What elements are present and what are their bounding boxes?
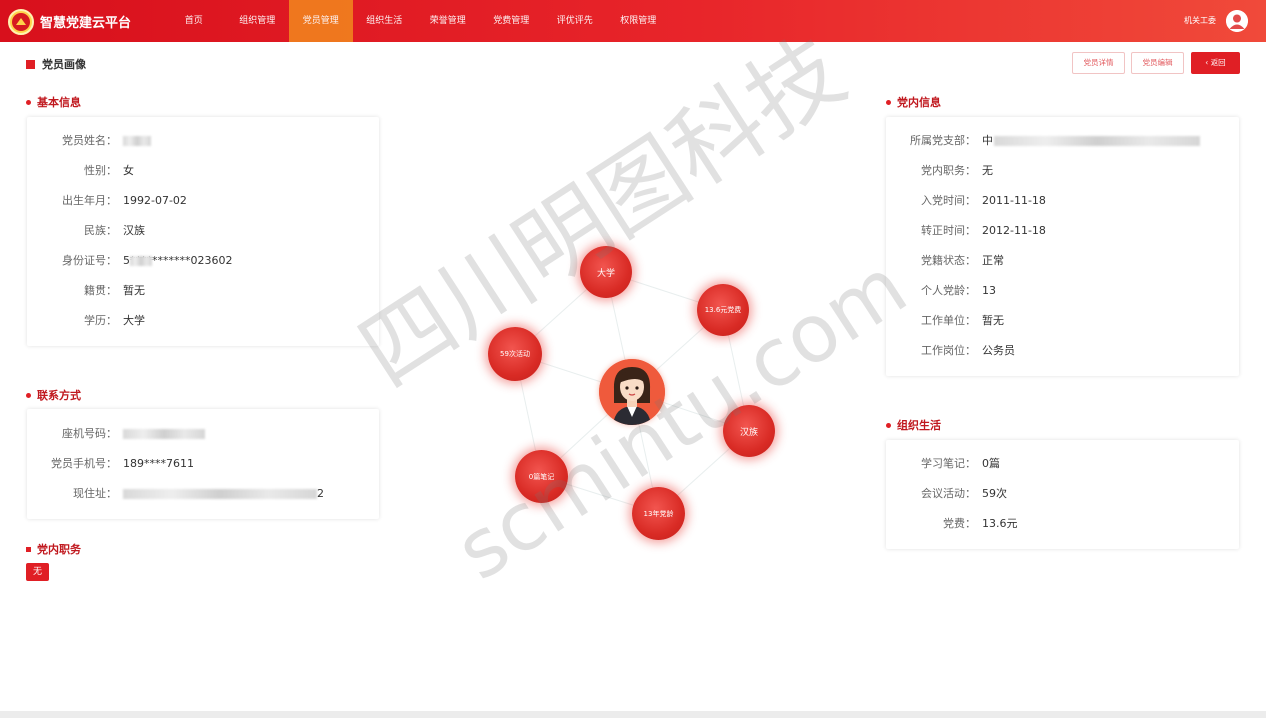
party-info-card: 所属党支部： 中 党内职务： 无 入党时间： 2011-11-18 转正时间： … xyxy=(886,117,1239,376)
info-label: 工作岗位： xyxy=(921,344,976,357)
info-value: 暂无 xyxy=(982,314,1004,327)
info-row: 工作单位： xyxy=(886,314,976,328)
info-value: 无 xyxy=(982,164,993,177)
info-label: 入党时间： xyxy=(921,194,976,207)
info-value: 正常 xyxy=(982,254,1004,267)
bubble-ethnicity: 汉族 xyxy=(723,405,775,457)
dot-icon xyxy=(886,99,891,105)
info-value: 2011-11-18 xyxy=(982,194,1046,207)
info-value: 13 xyxy=(982,284,996,297)
info-row: 会议活动： xyxy=(886,487,976,501)
info-label: 转正时间： xyxy=(921,224,976,237)
info-value: 公务员 xyxy=(982,344,1015,357)
blurred-branch xyxy=(994,136,1200,146)
bubble-activities: 59次活动 xyxy=(488,327,542,381)
info-row: 党内职务： xyxy=(886,164,976,178)
member-avatar-icon xyxy=(599,359,665,425)
bubble-notes: 0篇笔记 xyxy=(515,450,568,503)
info-label: 党籍状态： xyxy=(921,254,976,267)
info-row: 学习笔记： xyxy=(886,457,976,471)
bubble-dues: 13.6元党费 xyxy=(697,284,749,336)
info-label: 所属党支部： xyxy=(910,134,976,147)
info-label: 会议活动： xyxy=(921,487,976,500)
info-row: 转正时间： xyxy=(886,224,976,238)
section-title-party: 党内信息 xyxy=(886,94,941,110)
info-value: 59次 xyxy=(982,487,1007,500)
horizontal-scrollbar[interactable] xyxy=(0,711,1266,718)
info-value: 2012-11-18 xyxy=(982,224,1046,237)
info-row: 党费： xyxy=(886,517,976,531)
section-title-party-text: 党内信息 xyxy=(897,96,941,109)
dot-icon xyxy=(886,422,891,428)
org-life-card: 学习笔记： 0篇 会议活动： 59次 党费： 13.6元 xyxy=(886,440,1239,549)
bubble-party-age: 13年党龄 xyxy=(632,487,685,540)
info-label: 个人党龄： xyxy=(921,284,976,297)
section-title-org-life: 组织生活 xyxy=(886,417,941,433)
bubble-education: 大学 xyxy=(580,246,632,298)
info-label: 党内职务： xyxy=(921,164,976,177)
info-row: 个人党龄： xyxy=(886,284,976,298)
info-label: 工作单位： xyxy=(921,314,976,327)
info-value: 0篇 xyxy=(982,457,1000,470)
info-row: 党籍状态： xyxy=(886,254,976,268)
info-row: 工作岗位： xyxy=(886,344,976,358)
section-title-org-life-text: 组织生活 xyxy=(897,419,941,432)
info-value: 13.6元 xyxy=(982,517,1018,530)
info-label: 党费： xyxy=(943,517,976,530)
info-label: 学习笔记： xyxy=(921,457,976,470)
info-row: 所属党支部： xyxy=(886,134,976,148)
info-value: 中 xyxy=(982,134,993,147)
info-row: 入党时间： xyxy=(886,194,976,208)
